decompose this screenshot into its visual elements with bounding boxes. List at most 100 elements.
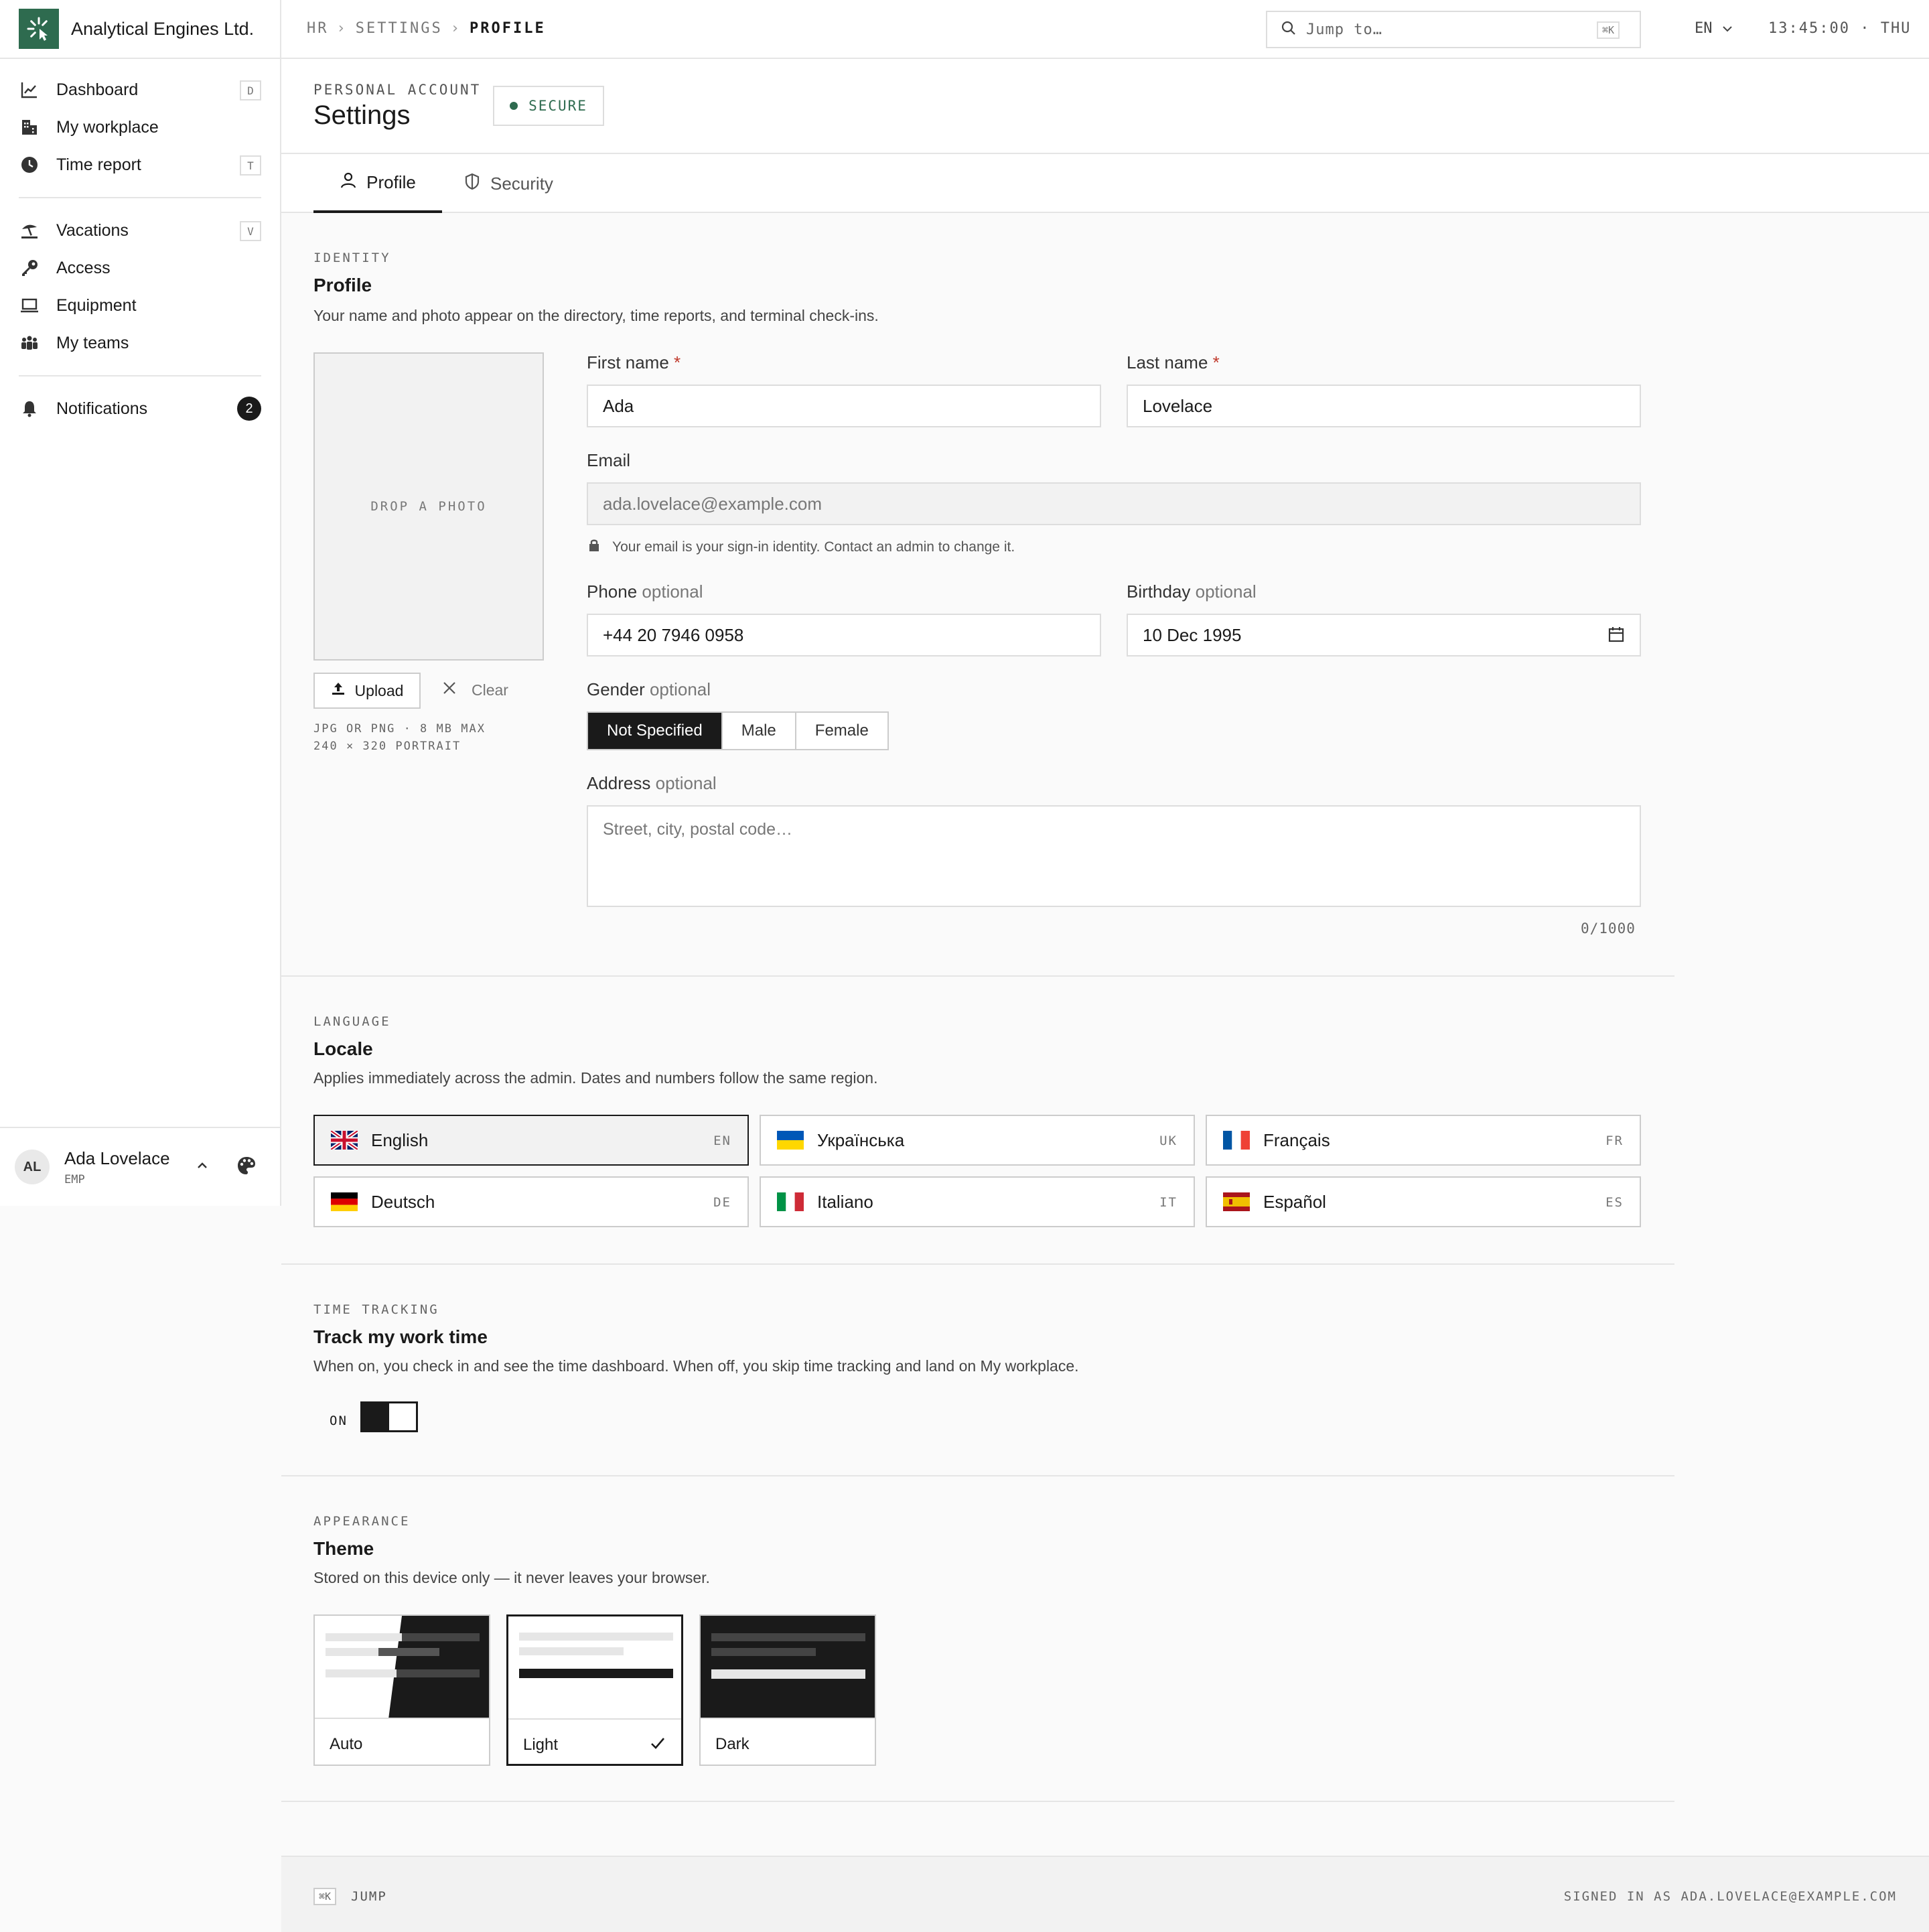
search-shortcut: ⌘K bbox=[1596, 21, 1620, 39]
sidebar-item-access[interactable]: Access bbox=[19, 249, 261, 287]
first-name-label: First name * bbox=[587, 352, 681, 373]
theme-name: Dark bbox=[715, 1735, 749, 1753]
last-name-label: Last name * bbox=[1127, 352, 1220, 373]
upload-button[interactable]: Upload bbox=[313, 673, 421, 709]
theme-preview-light bbox=[508, 1616, 681, 1720]
gender-option-female[interactable]: Female bbox=[796, 713, 887, 749]
sidebar-item-notifications[interactable]: Notifications 2 bbox=[19, 390, 261, 427]
gender-option-male[interactable]: Male bbox=[722, 713, 796, 749]
email-label: Email bbox=[587, 450, 631, 470]
user-menu[interactable]: AL Ada Lovelace EMP bbox=[0, 1127, 281, 1206]
locale-option-english[interactable]: English EN bbox=[313, 1115, 749, 1166]
email-hint-text: Your email is your sign-in identity. Con… bbox=[612, 539, 1015, 555]
address-label: Address optional bbox=[587, 773, 717, 794]
shield-icon bbox=[463, 173, 481, 195]
theme-name: Light bbox=[523, 1736, 559, 1754]
sidebar-item-vacations[interactable]: Vacations V bbox=[19, 212, 261, 249]
theme-option-light[interactable]: Light bbox=[506, 1614, 683, 1766]
toggle-state-label: ON bbox=[330, 1413, 348, 1428]
clock: 13:45:00 · THU bbox=[1768, 20, 1912, 37]
sidebar-item-equipment[interactable]: Equipment bbox=[19, 287, 261, 324]
breadcrumb-item-settings[interactable]: SETTINGS bbox=[356, 20, 443, 37]
search-placeholder: Jump to… bbox=[1306, 21, 1382, 38]
optional-tag: optional bbox=[1195, 581, 1257, 602]
checkmark-icon bbox=[649, 1734, 666, 1755]
photo-hint-format: JPG OR PNG · 8 MB MAX bbox=[313, 722, 486, 736]
close-icon bbox=[442, 681, 457, 699]
optional-tag: optional bbox=[655, 773, 717, 793]
phone-field[interactable]: +44 20 7946 0958 bbox=[587, 614, 1101, 657]
sidebar-item-label: Equipment bbox=[56, 295, 137, 315]
lock-icon bbox=[588, 539, 600, 556]
clear-photo-button[interactable]: Clear bbox=[442, 681, 508, 699]
section-eyebrow-time-tracking: TIME TRACKING bbox=[313, 1302, 439, 1317]
sidebar-item-dashboard[interactable]: Dashboard D bbox=[19, 71, 261, 109]
jump-search-input[interactable]: Jump to… ⌘K bbox=[1266, 11, 1641, 48]
locale-option-german[interactable]: Deutsch DE bbox=[313, 1176, 749, 1227]
locale-option-ukrainian[interactable]: Українська UK bbox=[760, 1115, 1195, 1166]
address-textarea[interactable]: Street, city, postal code… bbox=[587, 805, 1641, 907]
locale-name: Italiano bbox=[817, 1191, 873, 1212]
section-title-track-time: Track my work time bbox=[313, 1326, 488, 1347]
sidebar-item-time-report[interactable]: Time report T bbox=[19, 146, 261, 184]
birthday-value: 10 Dec 1995 bbox=[1143, 624, 1242, 645]
section-title-profile: Profile bbox=[313, 275, 372, 295]
locale-option-italian[interactable]: Italiano IT bbox=[760, 1176, 1195, 1227]
footer-shortcut[interactable]: ⌘K bbox=[313, 1888, 337, 1905]
theme-preview-auto bbox=[315, 1616, 489, 1719]
sidebar-item-my-teams[interactable]: My teams bbox=[19, 324, 261, 362]
page-header: PERSONAL ACCOUNT Settings SECURE bbox=[281, 59, 1929, 154]
birthday-field[interactable]: 10 Dec 1995 bbox=[1127, 614, 1641, 657]
first-name-label-text: First name bbox=[587, 352, 669, 372]
last-name-field[interactable]: Lovelace bbox=[1127, 385, 1641, 427]
address-label-text: Address bbox=[587, 773, 651, 793]
nav-divider bbox=[19, 375, 261, 376]
section-divider bbox=[281, 1475, 1674, 1476]
required-mark: * bbox=[674, 352, 681, 372]
toggle-knob bbox=[362, 1403, 389, 1430]
clock-icon bbox=[19, 154, 40, 176]
tab-bar: Profile Security bbox=[281, 154, 1929, 213]
theme-option-dark[interactable]: Dark bbox=[699, 1614, 876, 1766]
gender-option-not-specified[interactable]: Not Specified bbox=[588, 713, 723, 749]
flag-france-icon bbox=[1223, 1131, 1250, 1150]
upload-icon bbox=[331, 681, 346, 700]
locale-name: Español bbox=[1263, 1191, 1326, 1212]
locale-option-spanish[interactable]: Español ES bbox=[1206, 1176, 1641, 1227]
section-eyebrow-language: LANGUAGE bbox=[313, 1014, 391, 1029]
footer: ⌘K JUMP SIGNED IN AS ADA.LOVELACE@EXAMPL… bbox=[281, 1856, 1929, 1932]
chevron-up-icon[interactable] bbox=[194, 1158, 210, 1177]
locale-option-french[interactable]: Français FR bbox=[1206, 1115, 1641, 1166]
status-badge: SECURE bbox=[493, 86, 604, 126]
locale-code: IT bbox=[1159, 1195, 1177, 1210]
time-tracking-toggle[interactable] bbox=[360, 1401, 418, 1432]
section-desc-track-time: When on, you check in and see the time d… bbox=[313, 1357, 1079, 1375]
user-role: EMP bbox=[64, 1172, 85, 1186]
email-hint: Your email is your sign-in identity. Con… bbox=[588, 539, 1015, 556]
sidebar-item-my-workplace[interactable]: My workplace bbox=[19, 109, 261, 146]
tab-profile[interactable]: Profile bbox=[313, 154, 442, 213]
user-icon bbox=[340, 171, 357, 194]
flag-italy-icon bbox=[777, 1192, 804, 1211]
search-icon bbox=[1281, 20, 1297, 40]
locale-code: UK bbox=[1159, 1133, 1177, 1148]
locale-code: DE bbox=[713, 1195, 731, 1210]
calendar-icon[interactable] bbox=[1608, 626, 1625, 648]
tab-security[interactable]: Security bbox=[463, 154, 553, 213]
gender-label-text: Gender bbox=[587, 679, 645, 699]
brand[interactable]: Analytical Engines Ltd. bbox=[0, 0, 280, 59]
language-select[interactable]: EN bbox=[1695, 20, 1734, 37]
palette-icon[interactable] bbox=[236, 1155, 257, 1180]
locale-code: EN bbox=[713, 1133, 731, 1148]
theme-option-auto[interactable]: Auto bbox=[313, 1614, 490, 1766]
birthday-label: Birthday optional bbox=[1127, 581, 1257, 602]
section-desc-theme: Stored on this device only — it never le… bbox=[313, 1569, 710, 1586]
signed-in-as: SIGNED IN AS ADA.LOVELACE@EXAMPLE.COM bbox=[1563, 1889, 1897, 1904]
page-eyebrow: PERSONAL ACCOUNT bbox=[313, 82, 482, 98]
first-name-field[interactable]: Ada bbox=[587, 385, 1101, 427]
photo-dropzone[interactable]: DROP A PHOTO bbox=[313, 352, 544, 661]
theme-preview-dark bbox=[701, 1616, 875, 1719]
gender-label: Gender optional bbox=[587, 679, 711, 700]
flag-ukraine-icon bbox=[777, 1131, 804, 1150]
breadcrumb-item-hr[interactable]: HR bbox=[307, 20, 329, 37]
